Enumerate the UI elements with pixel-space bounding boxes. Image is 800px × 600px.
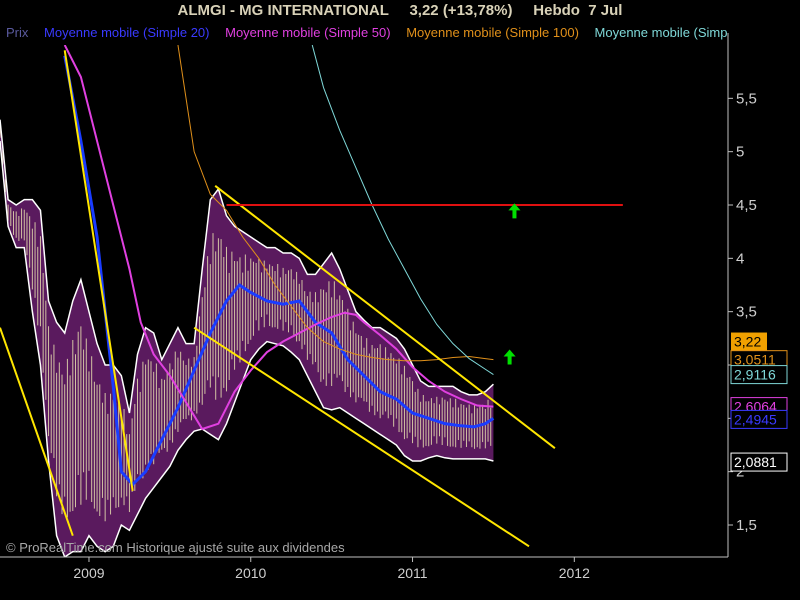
envelope-band bbox=[0, 119, 494, 557]
y-tick-label: 5,5 bbox=[736, 90, 757, 107]
y-tick-label: 4 bbox=[736, 250, 744, 267]
x-tick-label: 2009 bbox=[73, 565, 104, 581]
price-tag-label: 3,22 bbox=[734, 334, 761, 350]
ma50-line bbox=[63, 45, 494, 431]
x-tick-label: 2011 bbox=[397, 565, 427, 581]
price-tag-label: 2,9116 bbox=[734, 367, 776, 383]
chart-root: ALMGI - MG INTERNATIONAL 3,22 (+13,78%) … bbox=[0, 0, 800, 600]
price-tag-label: 2,4945 bbox=[734, 411, 777, 427]
price-chart: 1,522,533,544,555,520092010201120123,223… bbox=[0, 33, 788, 581]
price-tag-label: 2,0881 bbox=[734, 454, 777, 470]
plot-layer bbox=[0, 45, 623, 557]
copyright-notice: © ProRealTime.com Historique ajusté suit… bbox=[6, 540, 345, 555]
y-tick-label: 1,5 bbox=[736, 517, 757, 534]
y-tick-label: 3,5 bbox=[736, 304, 757, 321]
y-tick-label: 5 bbox=[736, 144, 744, 161]
x-tick-label: 2012 bbox=[559, 565, 590, 581]
x-tick-label: 2010 bbox=[235, 565, 266, 581]
up-arrow-icon bbox=[503, 349, 516, 365]
y-tick-label: 4,5 bbox=[736, 197, 757, 214]
